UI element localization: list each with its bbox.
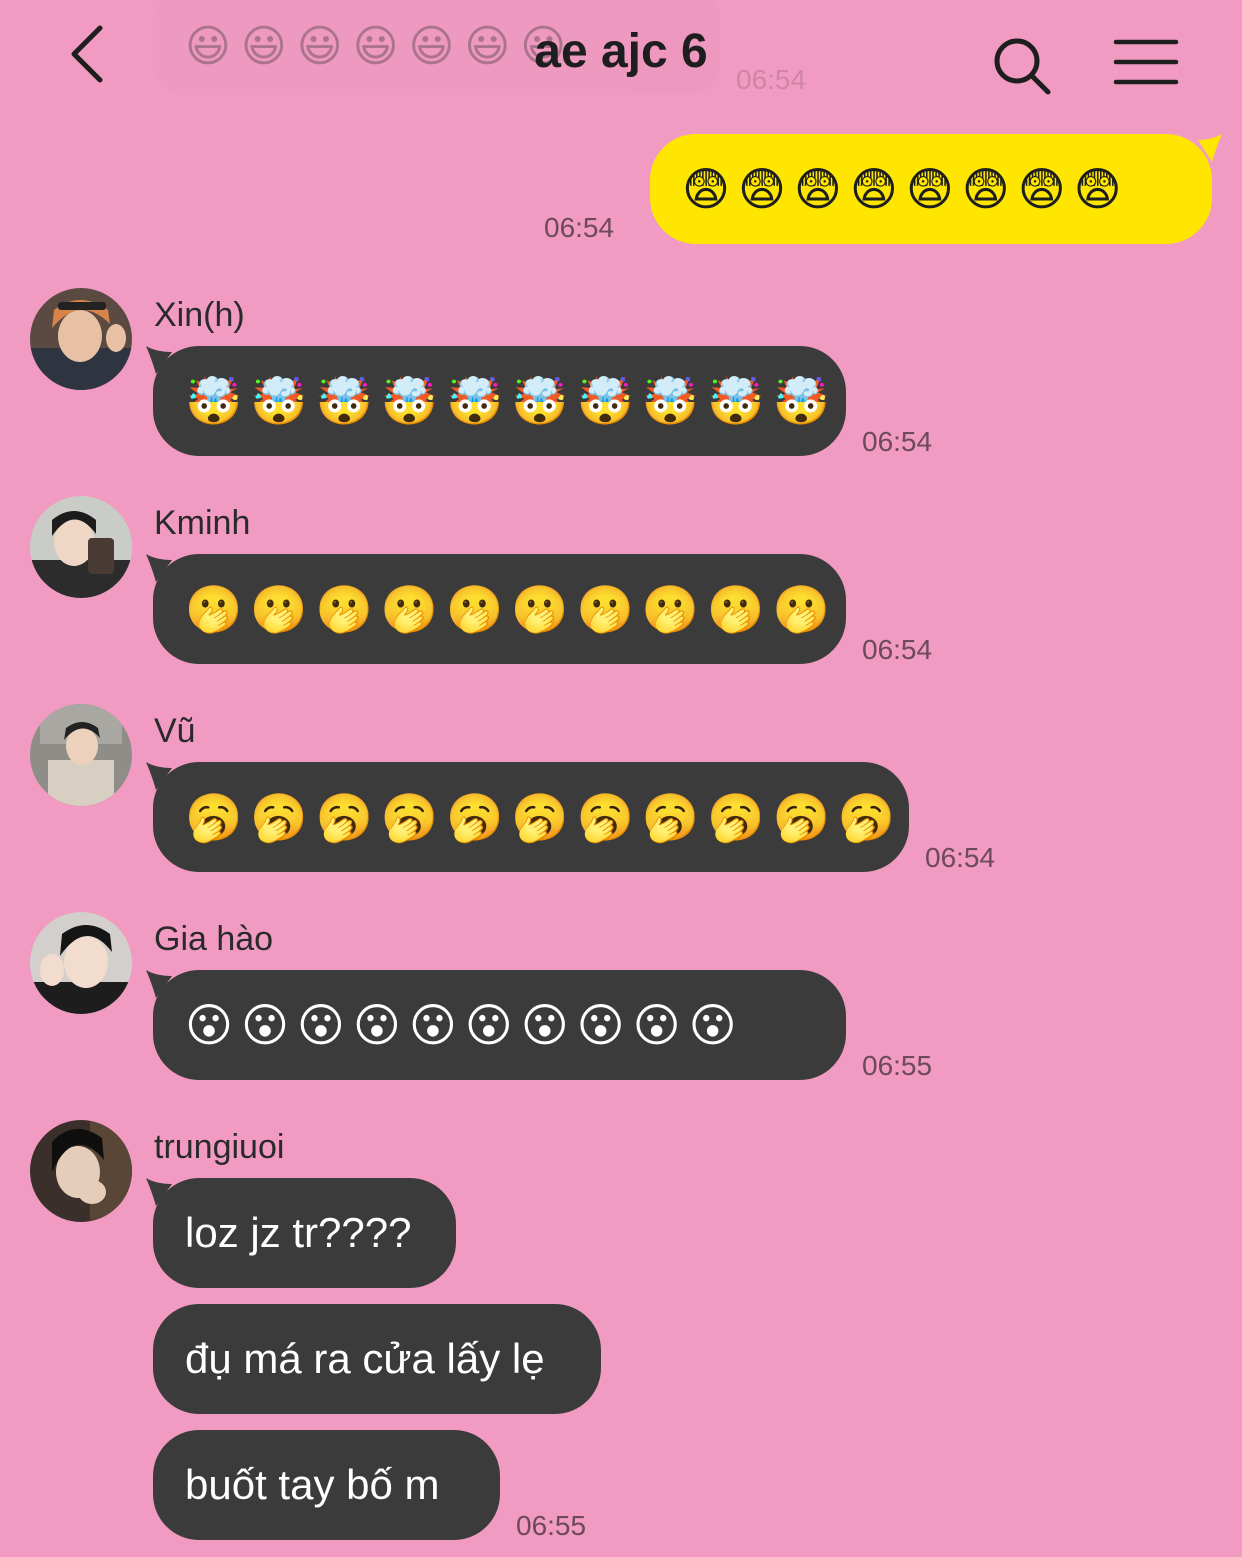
message-emojis: 🥱🥱🥱🥱🥱🥱🥱🥱🥱🥱🥱 <box>185 790 904 844</box>
message-time: 06:54 <box>544 212 615 243</box>
message-text: đụ má ra cửa lấy lẹ <box>185 1335 545 1382</box>
sender-name: Gia hào <box>154 920 274 958</box>
sender-name: Vũ <box>154 712 196 750</box>
chat-title: ae ajc 6 <box>534 25 708 78</box>
avatar[interactable] <box>30 1120 132 1222</box>
message-emojis: 😨😨😨😨😨😨😨😨 <box>682 162 1130 216</box>
avatar[interactable] <box>30 704 132 806</box>
back-icon[interactable] <box>62 22 118 86</box>
message-bubble[interactable]: 🫢🫢🫢🫢🫢🫢🫢🫢🫢🫢 <box>153 554 846 664</box>
message-emojis: 😮😮😮😮😮😮😮😮😮😮 <box>185 998 745 1052</box>
message-bubble[interactable]: buốt tay bố m <box>153 1430 500 1540</box>
message-emojis: 🫢🫢🫢🫢🫢🫢🫢🫢🫢🫢 <box>185 582 838 636</box>
sender-name: trungiuoi <box>154 1128 285 1166</box>
avatar[interactable] <box>30 288 132 390</box>
message-time: 06:55 <box>862 1050 933 1081</box>
sender-name: Xin(h) <box>154 296 245 334</box>
sender-name: Kminh <box>154 504 251 542</box>
message-text: buốt tay bố m <box>185 1461 440 1508</box>
search-icon[interactable] <box>990 34 1054 98</box>
message-bubble[interactable]: đụ má ra cửa lấy lẹ <box>153 1304 601 1414</box>
bubble-tail <box>1198 134 1222 162</box>
message-text: loz jz tr???? <box>185 1209 412 1256</box>
message-bubble[interactable]: 🤯🤯🤯🤯🤯🤯🤯🤯🤯🤯 <box>153 346 846 456</box>
avatar[interactable] <box>30 496 132 598</box>
message-time: 06:54 <box>862 426 933 457</box>
message-time: 06:54 <box>862 634 933 665</box>
my-message-bubble[interactable]: 😨😨😨😨😨😨😨😨 <box>650 134 1212 244</box>
message-emojis: 🤯🤯🤯🤯🤯🤯🤯🤯🤯🤯 <box>185 374 838 428</box>
avatar[interactable] <box>30 912 132 1014</box>
message-time: 06:54 <box>925 842 996 873</box>
message-bubble[interactable]: 😮😮😮😮😮😮😮😮😮😮 <box>153 970 846 1080</box>
message-time: 06:55 <box>516 1510 587 1541</box>
message-bubble[interactable]: loz jz tr???? <box>153 1178 456 1288</box>
menu-icon[interactable] <box>1112 36 1180 88</box>
message-bubble[interactable]: 🥱🥱🥱🥱🥱🥱🥱🥱🥱🥱🥱 <box>153 762 909 872</box>
